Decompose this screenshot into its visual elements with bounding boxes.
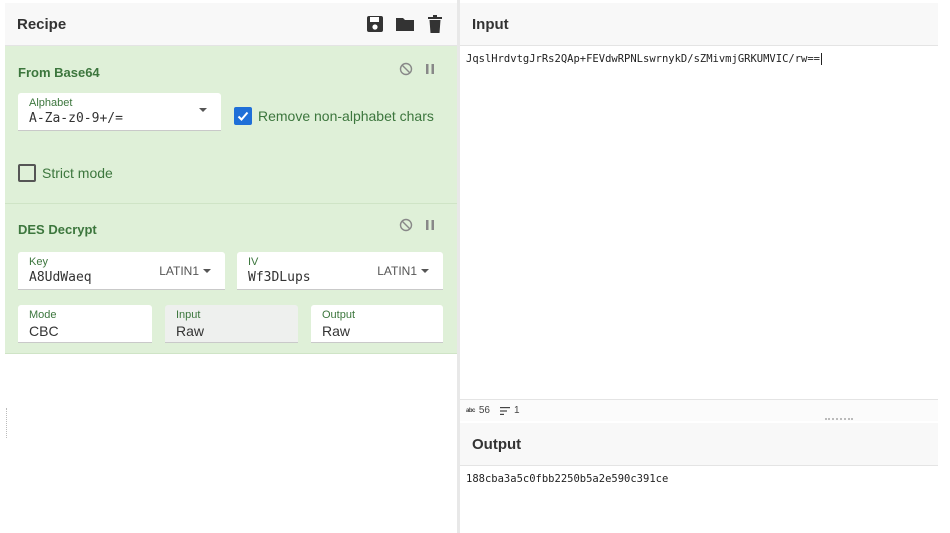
pause-icon[interactable] [423,218,437,232]
chevron-down-icon [203,269,211,273]
output-text[interactable]: 188cba3a5c0fbb2250b5a2e590c391ce [466,473,668,485]
recipe-toolbar [365,14,445,34]
char-count: abc 56 [466,405,490,416]
save-icon[interactable] [365,14,385,34]
input-header: Input [460,3,938,46]
output-format-field[interactable]: Output Raw [311,305,443,343]
output-format-label: Output [322,309,356,321]
key-encoding-dropdown[interactable]: LATIN1 [159,264,211,278]
remove-non-alphabet-label: Remove non-alphabet chars [258,108,434,124]
iv-encoding-dropdown[interactable]: LATIN1 [377,264,429,278]
window-edge [938,0,950,533]
chevron-down-icon [199,108,207,112]
operation-title: From Base64 [18,65,100,80]
recipe-header: Recipe [5,3,457,46]
input-statusbar: abc 56 1 [460,399,938,421]
alphabet-label: Alphabet [29,97,73,109]
line-count: 1 [499,405,520,416]
iv-label: IV [248,256,259,268]
disable-icon[interactable] [399,218,413,232]
trash-icon[interactable] [425,14,445,34]
cyberchef-app: Recipe From Base64 Alphabet A-Za-z0-9+/=… [0,0,950,533]
io-resize-handle[interactable] [825,418,853,420]
mode-value: CBC [29,323,59,339]
operation-from-base64[interactable]: From Base64 Alphabet A-Za-z0-9+/= Remove… [5,46,457,204]
iv-value: Wf3DLups [248,270,311,285]
resize-handle[interactable] [6,408,9,438]
line-count-value: 1 [513,405,520,416]
strict-mode-checkbox[interactable]: Strict mode [18,164,113,182]
checkbox-unchecked-icon[interactable] [18,164,36,182]
input-title: Input [472,15,509,33]
operation-controls [399,62,437,76]
remove-non-alphabet-checkbox[interactable]: Remove non-alphabet chars [234,107,434,125]
output-title: Output [472,435,522,453]
char-count-value: 56 [478,405,490,416]
recipe-pane: Recipe From Base64 Alphabet A-Za-z0-9+/=… [5,3,457,527]
iv-field[interactable]: IV Wf3DLups LATIN1 [237,252,443,290]
operation-title: DES Decrypt [18,222,97,237]
alphabet-field[interactable]: Alphabet A-Za-z0-9+/= [18,93,221,131]
pause-icon[interactable] [423,62,437,76]
mode-label: Mode [29,309,57,321]
checkbox-checked-icon[interactable] [234,107,252,125]
input-textarea[interactable]: JqslHrdvtgJrRs2QAp+FEVdwRPNLswrnykD/sZMi… [466,53,823,65]
abc-icon: abc [466,407,475,414]
mode-field[interactable]: Mode CBC [18,305,152,343]
chevron-down-icon [421,269,429,273]
operation-des-decrypt[interactable]: DES Decrypt Key A8UdWaeq LATIN1 IV Wf3DL… [5,204,457,354]
input-format-value: Raw [176,323,205,339]
key-label: Key [29,256,48,268]
disable-icon[interactable] [399,62,413,76]
strict-mode-label: Strict mode [42,165,113,181]
input-format-label: Input [176,309,201,321]
input-pane: Input JqslHrdvtgJrRs2QAp+FEVdwRPNLswrnyk… [460,3,938,421]
iv-encoding-value: LATIN1 [377,264,417,278]
output-header: Output [460,423,938,466]
key-value: A8UdWaeq [29,270,92,285]
recipe-title: Recipe [17,15,67,33]
input-format-field[interactable]: Input Raw [165,305,298,343]
alphabet-value: A-Za-z0-9+/= [29,111,123,126]
key-encoding-value: LATIN1 [159,264,199,278]
key-field[interactable]: Key A8UdWaeq LATIN1 [18,252,225,290]
text-cursor [821,53,823,65]
lines-icon [499,406,510,415]
operation-controls [399,218,437,232]
output-format-value: Raw [322,323,351,339]
alphabet-dropdown[interactable] [199,108,207,112]
input-text: JqslHrdvtgJrRs2QAp+FEVdwRPNLswrnykD/sZMi… [466,53,821,65]
output-pane: Output 188cba3a5c0fbb2250b5a2e590c391ce [460,423,938,533]
folder-icon[interactable] [395,14,415,34]
